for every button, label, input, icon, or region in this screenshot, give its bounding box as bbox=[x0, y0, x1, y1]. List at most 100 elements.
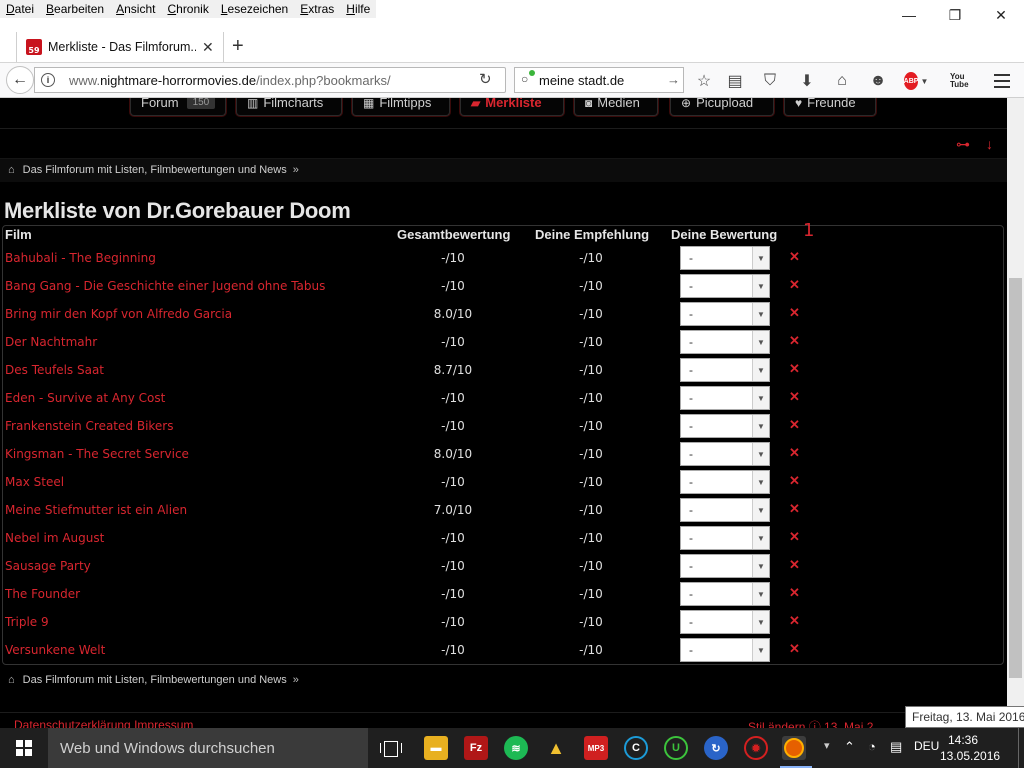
film-title-link[interactable]: Der Nachtmahr bbox=[5, 335, 97, 349]
film-title-link[interactable]: Bring mir den Kopf von Alfredo Garcia bbox=[5, 307, 232, 321]
menu-icon[interactable] bbox=[992, 71, 1012, 91]
film-title-link[interactable]: Des Teufels Saat bbox=[5, 363, 104, 377]
minimize-button[interactable]: — bbox=[886, 0, 932, 30]
rating-select[interactable]: - ▼ bbox=[680, 554, 770, 578]
menu-chronik[interactable]: Chronik bbox=[161, 0, 214, 18]
back-button[interactable]: ← bbox=[6, 66, 34, 94]
menu-hilfe[interactable]: Hilfe bbox=[340, 0, 376, 18]
search-go-icon[interactable]: → bbox=[667, 72, 680, 87]
clock[interactable]: 14:36 13.05.2016 bbox=[940, 732, 1000, 764]
rating-select[interactable]: - ▼ bbox=[680, 442, 770, 466]
rating-select[interactable]: - ▼ bbox=[680, 386, 770, 410]
rating-select[interactable]: - ▼ bbox=[680, 414, 770, 438]
delete-icon[interactable]: ✕ bbox=[789, 445, 800, 461]
delete-icon[interactable]: ✕ bbox=[789, 613, 800, 629]
tab-merkliste[interactable]: 59 Merkliste - Das Filmforum... ✕ bbox=[16, 32, 224, 62]
home-icon[interactable]: ⌂ bbox=[832, 71, 852, 91]
bookmark-star-icon[interactable]: ☆ bbox=[694, 71, 714, 91]
language-indicator[interactable]: DEU bbox=[914, 739, 939, 753]
rating-select[interactable]: - ▼ bbox=[680, 638, 770, 662]
overflow-chevron-icon[interactable]: ▾ bbox=[824, 739, 830, 752]
nav-filmtipps[interactable]: ▦ Filmtipps bbox=[352, 98, 450, 116]
delete-icon[interactable]: ✕ bbox=[789, 473, 800, 489]
utorrent-icon[interactable]: U bbox=[664, 736, 688, 760]
search-input[interactable]: meine stadt.de bbox=[539, 73, 624, 88]
chat-icon[interactable]: ☻ bbox=[868, 71, 888, 91]
task-view-icon[interactable] bbox=[380, 738, 402, 758]
rating-select[interactable]: - ▼ bbox=[680, 246, 770, 270]
film-title-link[interactable]: Versunkene Welt bbox=[5, 643, 105, 657]
reading-list-icon[interactable]: ▤ bbox=[725, 71, 745, 91]
reload-icon[interactable]: ↻ bbox=[479, 70, 492, 88]
rating-select[interactable]: - ▼ bbox=[680, 526, 770, 550]
sitemap-icon[interactable]: ⊶ bbox=[956, 136, 970, 153]
menu-lesezeichen[interactable]: Lesezeichen bbox=[215, 0, 294, 18]
youtube-icon[interactable]: You Tube bbox=[950, 71, 970, 91]
filezilla-icon[interactable]: Fz bbox=[464, 736, 488, 760]
film-title-link[interactable]: Max Steel bbox=[5, 475, 64, 489]
film-title-link[interactable]: Bang Gang - Die Geschichte einer Jugend … bbox=[5, 279, 325, 293]
delete-icon[interactable]: ✕ bbox=[789, 585, 800, 601]
rating-select[interactable]: - ▼ bbox=[680, 610, 770, 634]
nav-freunde[interactable]: ♥ Freunde bbox=[784, 98, 876, 116]
taskbar-search[interactable]: Web und Windows durchsuchen bbox=[48, 728, 368, 768]
menu-datei[interactable]: Datei bbox=[0, 0, 40, 18]
show-desktop-button[interactable] bbox=[1018, 728, 1024, 768]
breadcrumb-item[interactable]: ⌂ Das Filmforum mit Listen, Filmbewertun… bbox=[8, 674, 299, 686]
delete-icon[interactable]: ✕ bbox=[789, 557, 800, 573]
site-info-icon[interactable]: i bbox=[41, 73, 55, 87]
rating-select[interactable]: - ▼ bbox=[680, 274, 770, 298]
firefox-taskbar-icon[interactable] bbox=[782, 736, 806, 760]
scrollbar-thumb[interactable] bbox=[1009, 278, 1022, 678]
wifi-icon[interactable]: ◔ bbox=[868, 739, 876, 754]
chevron-up-icon[interactable]: ⌃ bbox=[844, 739, 855, 755]
search-bar[interactable]: ○ meine stadt.de → bbox=[514, 67, 684, 93]
ccleaner-icon[interactable]: C bbox=[624, 736, 648, 760]
mp3-app-icon[interactable]: MP3 bbox=[584, 736, 608, 760]
close-window-button[interactable]: ✕ bbox=[978, 0, 1024, 30]
film-title-link[interactable]: Bahubali - The Beginning bbox=[5, 251, 156, 265]
security-app-icon[interactable]: ✹ bbox=[744, 736, 768, 760]
nav-filmcharts[interactable]: ▥ Filmcharts bbox=[236, 98, 342, 116]
download-icon[interactable]: ⬇ bbox=[797, 71, 817, 91]
nav-medien[interactable]: ◙ Medien bbox=[574, 98, 658, 116]
delete-icon[interactable]: ✕ bbox=[789, 501, 800, 517]
delete-icon[interactable]: ✕ bbox=[789, 361, 800, 377]
vlc-icon[interactable]: ▲ bbox=[544, 736, 568, 760]
delete-icon[interactable]: ✕ bbox=[789, 417, 800, 433]
rating-select[interactable]: - ▼ bbox=[680, 498, 770, 522]
rating-select[interactable]: - ▼ bbox=[680, 302, 770, 326]
notification-icon[interactable]: ▤ bbox=[890, 739, 902, 755]
nav-picupload[interactable]: ⊕ Picupload bbox=[670, 98, 774, 116]
breadcrumb-item[interactable]: ⌂ Das Filmforum mit Listen, Filmbewertun… bbox=[8, 164, 299, 176]
sync-app-icon[interactable]: ↻ bbox=[704, 736, 728, 760]
scroll-down-icon[interactable]: ↓ bbox=[986, 136, 993, 153]
file-explorer-icon[interactable]: ▬ bbox=[424, 736, 448, 760]
menu-ansicht[interactable]: Ansicht bbox=[110, 0, 161, 18]
rating-select[interactable]: - ▼ bbox=[680, 582, 770, 606]
film-title-link[interactable]: Sausage Party bbox=[5, 559, 91, 573]
menu-bearbeiten[interactable]: Bearbeiten bbox=[40, 0, 110, 18]
menu-extras[interactable]: Extras bbox=[294, 0, 340, 18]
restore-button[interactable]: ❐ bbox=[932, 0, 978, 30]
film-title-link[interactable]: The Founder bbox=[5, 587, 80, 601]
film-title-link[interactable]: Nebel im August bbox=[5, 531, 104, 545]
film-title-link[interactable]: Triple 9 bbox=[5, 615, 49, 629]
close-tab-icon[interactable]: ✕ bbox=[202, 39, 214, 56]
delete-icon[interactable]: ✕ bbox=[789, 529, 800, 545]
rating-select[interactable]: - ▼ bbox=[680, 330, 770, 354]
start-button[interactable] bbox=[0, 728, 48, 768]
adblock-button[interactable]: ABP ▼ bbox=[903, 71, 928, 91]
footer-links[interactable]: Datenschutzerklärung Impressum bbox=[14, 718, 193, 728]
scrollbar[interactable] bbox=[1007, 98, 1024, 728]
delete-icon[interactable]: ✕ bbox=[789, 277, 800, 293]
delete-icon[interactable]: ✕ bbox=[789, 641, 800, 657]
nav-forum[interactable]: Forum 150 bbox=[130, 98, 226, 116]
film-title-link[interactable]: Eden - Survive at Any Cost bbox=[5, 391, 165, 405]
delete-icon[interactable]: ✕ bbox=[789, 389, 800, 405]
url-bar[interactable]: i www.nightmare-horrormovies.de/index.ph… bbox=[34, 67, 506, 93]
rating-select[interactable]: - ▼ bbox=[680, 470, 770, 494]
rating-select[interactable]: - ▼ bbox=[680, 358, 770, 382]
pocket-icon[interactable]: ⛉ bbox=[760, 71, 780, 91]
spotify-icon[interactable]: ≋ bbox=[504, 736, 528, 760]
